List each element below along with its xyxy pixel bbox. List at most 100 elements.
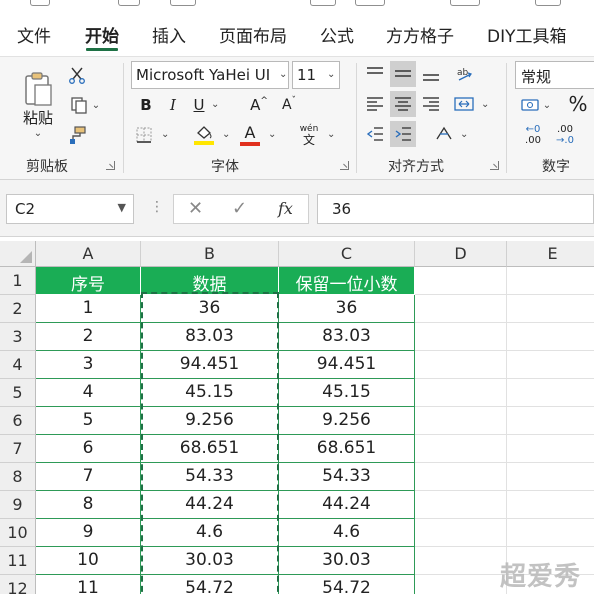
merge-center-button[interactable]: [450, 91, 478, 117]
table-header-cell[interactable]: 保留一位小数: [279, 267, 415, 295]
empty-cell[interactable]: [507, 463, 594, 491]
increase-indent-button[interactable]: [390, 121, 416, 147]
fill-color-button[interactable]: [192, 121, 216, 149]
underline-dropdown-icon[interactable]: ⌄: [211, 99, 219, 110]
decrease-decimal-button[interactable]: .00 →.0: [550, 121, 580, 149]
table-cell[interactable]: 6: [36, 435, 141, 463]
column-header-d[interactable]: D: [415, 241, 507, 267]
empty-cell[interactable]: [507, 379, 594, 407]
table-cell[interactable]: 9.256: [141, 407, 279, 435]
tab-formulas[interactable]: 公式: [320, 22, 354, 47]
font-name-box[interactable]: Microsoft YaHei UI: [131, 61, 289, 89]
table-cell[interactable]: 44.24: [279, 491, 415, 519]
table-cell[interactable]: 36: [141, 295, 279, 323]
copy-button[interactable]: ⌄: [64, 93, 106, 117]
table-cell[interactable]: 9: [36, 519, 141, 547]
grow-font-button[interactable]: A ^: [247, 93, 271, 117]
align-center-button[interactable]: [390, 91, 416, 117]
row-header[interactable]: 2: [0, 295, 36, 323]
empty-cell[interactable]: [507, 323, 594, 351]
table-cell[interactable]: 10: [36, 547, 141, 575]
fill-color-dropdown-icon[interactable]: ⌄: [222, 129, 230, 140]
tab-file[interactable]: 文件: [17, 22, 51, 47]
underline-button[interactable]: U: [188, 93, 210, 117]
align-left-button[interactable]: [363, 91, 387, 117]
table-cell[interactable]: 3: [36, 351, 141, 379]
phonetic-button[interactable]: wén 文: [296, 121, 322, 149]
empty-cell[interactable]: [507, 267, 594, 295]
phonetic-dropdown-icon[interactable]: ⌄: [327, 129, 335, 140]
empty-cell[interactable]: [507, 491, 594, 519]
select-all-button[interactable]: [0, 241, 36, 267]
align-middle-button[interactable]: [390, 61, 416, 87]
font-color-dropdown-icon[interactable]: ⌄: [268, 129, 276, 140]
table-cell[interactable]: 54.72: [141, 575, 279, 594]
table-cell[interactable]: 2: [36, 323, 141, 351]
increase-decimal-button[interactable]: ←0 .00: [518, 121, 548, 149]
align-bottom-button[interactable]: [419, 61, 443, 87]
table-cell[interactable]: 68.651: [279, 435, 415, 463]
border-button[interactable]: [133, 123, 155, 147]
font-color-button[interactable]: A: [238, 121, 262, 149]
column-header-c[interactable]: C: [279, 241, 415, 267]
cancel-icon[interactable]: ✕: [188, 198, 203, 219]
empty-cell[interactable]: [507, 519, 594, 547]
table-cell[interactable]: 94.451: [279, 351, 415, 379]
table-cell[interactable]: 54.33: [279, 463, 415, 491]
empty-cell[interactable]: [415, 295, 507, 323]
number-format-box[interactable]: 常规: [515, 61, 594, 89]
empty-cell[interactable]: [507, 295, 594, 323]
table-cell[interactable]: 45.15: [279, 379, 415, 407]
empty-cell[interactable]: [415, 379, 507, 407]
table-header-cell[interactable]: 序号: [36, 267, 141, 295]
percent-button[interactable]: %: [566, 91, 590, 117]
empty-cell[interactable]: [415, 351, 507, 379]
cut-button[interactable]: [66, 63, 88, 87]
table-cell[interactable]: 44.24: [141, 491, 279, 519]
empty-cell[interactable]: [415, 491, 507, 519]
formula-bar-grip-icon[interactable]: ⋮: [150, 199, 164, 215]
table-cell[interactable]: 83.03: [141, 323, 279, 351]
row-header[interactable]: 11: [0, 547, 36, 575]
text-angle-dropdown-icon[interactable]: ⌄: [460, 129, 468, 140]
empty-cell[interactable]: [415, 463, 507, 491]
clipboard-launcher-icon[interactable]: [106, 161, 115, 170]
font-name-dropdown-icon[interactable]: ⌄: [279, 69, 287, 80]
row-header[interactable]: 1: [0, 267, 36, 295]
empty-cell[interactable]: [415, 407, 507, 435]
shrink-font-button[interactable]: Aˇ: [277, 93, 301, 117]
name-box-dropdown-icon[interactable]: ▼: [118, 201, 126, 214]
align-top-button[interactable]: [363, 61, 387, 87]
tab-home[interactable]: 开始: [85, 22, 119, 47]
table-cell[interactable]: 83.03: [279, 323, 415, 351]
format-painter-button[interactable]: [66, 123, 88, 147]
accounting-format-button[interactable]: ⌄: [518, 93, 554, 117]
alignment-launcher-icon[interactable]: [490, 161, 499, 170]
border-dropdown-icon[interactable]: ⌄: [161, 129, 169, 140]
row-header[interactable]: 4: [0, 351, 36, 379]
align-right-button[interactable]: [419, 91, 443, 117]
table-cell[interactable]: 54.72: [279, 575, 415, 594]
empty-cell[interactable]: [507, 407, 594, 435]
formula-input[interactable]: 36: [317, 194, 594, 224]
text-angle-button[interactable]: [431, 121, 457, 147]
worksheet-grid[interactable]: A B C D E 1 2 3 4 5 6 7 8 9 10 11 12 序号 数据 保留一位小数 1 36 3…: [0, 237, 594, 594]
table-cell[interactable]: 8: [36, 491, 141, 519]
table-cell[interactable]: 4: [36, 379, 141, 407]
empty-cell[interactable]: [415, 519, 507, 547]
table-cell[interactable]: 7: [36, 463, 141, 491]
decrease-indent-button[interactable]: [363, 121, 387, 147]
row-header[interactable]: 8: [0, 463, 36, 491]
table-cell[interactable]: 45.15: [141, 379, 279, 407]
table-cell[interactable]: 4.6: [141, 519, 279, 547]
empty-cell[interactable]: [415, 323, 507, 351]
empty-cell[interactable]: [415, 267, 507, 295]
empty-cell[interactable]: [507, 435, 594, 463]
column-header-a[interactable]: A: [36, 241, 141, 267]
row-header[interactable]: 7: [0, 435, 36, 463]
accounting-dropdown-icon[interactable]: ⌄: [543, 100, 551, 111]
orientation-button[interactable]: ab: [452, 61, 478, 87]
insert-function-button[interactable]: fx: [278, 199, 293, 218]
empty-cell[interactable]: [415, 575, 507, 594]
font-size-dropdown-icon[interactable]: ⌄: [327, 69, 335, 80]
